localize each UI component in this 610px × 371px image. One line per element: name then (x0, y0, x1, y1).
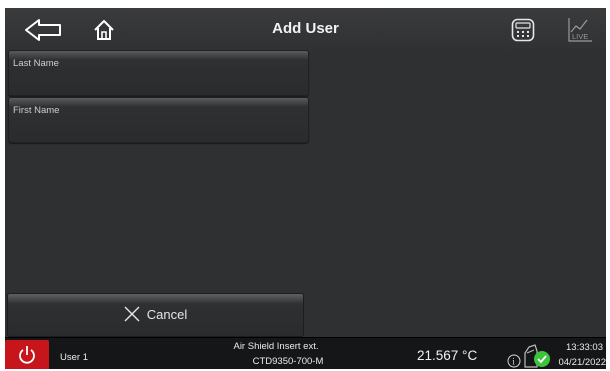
current-user: User 1 (60, 352, 88, 363)
live-chart-icon: LIVE (568, 18, 592, 42)
first-name-field[interactable]: First Name (8, 97, 309, 143)
device-name: Air Shield Insert ext. (233, 341, 319, 352)
clock-date: 04/21/2022 (558, 357, 606, 368)
power-button[interactable] (5, 340, 49, 369)
clock-time: 13:33:03 (566, 342, 603, 353)
calculator-button[interactable] (511, 18, 535, 42)
device-screen: Add User LIVE Last Name First Name Cance… (5, 8, 606, 369)
last-name-field[interactable]: Last Name (8, 50, 309, 96)
cancel-button[interactable]: Cancel (7, 293, 304, 337)
status-bar: User 1 Air Shield Insert ext. CTD9350-70… (5, 337, 606, 369)
device-model: CTD9350-700-M (252, 356, 324, 367)
last-name-label: Last Name (13, 58, 59, 69)
first-name-label: First Name (13, 105, 60, 116)
svg-text:i: i (512, 357, 515, 367)
home-button[interactable] (93, 19, 115, 41)
calculator-icon (511, 18, 535, 42)
arrow-left-icon (25, 19, 61, 41)
back-button[interactable] (24, 18, 62, 42)
top-bar: Add User LIVE (5, 8, 606, 50)
cancel-label: Cancel (146, 306, 188, 322)
live-label: LIVE (572, 32, 588, 41)
close-icon (124, 306, 140, 322)
live-chart-button[interactable]: LIVE (567, 16, 593, 44)
power-icon (19, 346, 35, 364)
temperature-readout: 21.567 °C (417, 348, 478, 363)
home-icon (94, 20, 114, 40)
